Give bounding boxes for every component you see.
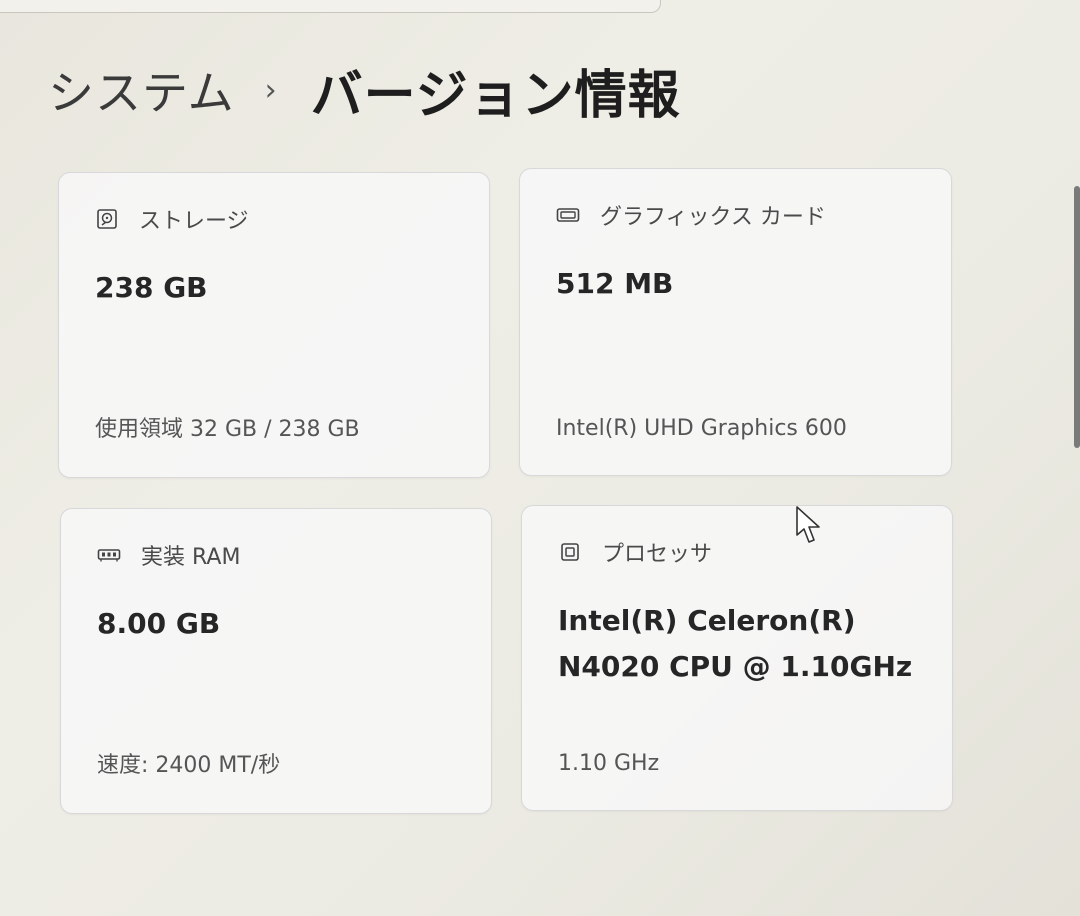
page-title: バージョン情報 [310, 65, 681, 126]
vertical-scrollbar[interactable] [1074, 186, 1080, 448]
storage-value: 238 GB [95, 271, 208, 304]
storage-drive-icon [95, 208, 119, 230]
graphics-card-header: グラフィックス カード [556, 199, 826, 231]
storage-label: ストレージ [139, 209, 249, 234]
breadcrumb-system-link[interactable]: システム [48, 57, 235, 123]
graphics-adapter-name: Intel(R) UHD Graphics 600 [556, 416, 847, 441]
processor-value: Intel(R) Celeron(R) N4020 CPU @ 1.10GHz [558, 598, 912, 690]
storage-card: ストレージ 238 GB 使用領域 32 GB / 238 GB [58, 172, 490, 478]
ram-card: 実装 RAM 8.00 GB 速度: 2400 MT/秒 [60, 508, 492, 814]
ram-card-header: 実装 RAM [97, 539, 240, 571]
graphics-label: グラフィックス カード [600, 205, 826, 230]
memory-module-icon [97, 544, 121, 566]
breadcrumb-chevron-icon: › [264, 72, 277, 108]
processor-speed-text: 1.10 GHz [558, 751, 660, 776]
breadcrumb: システム › バージョン情報 [48, 50, 681, 130]
graphics-card: グラフィックス カード 512 MB Intel(R) UHD Graphics… [519, 168, 952, 476]
processor-chip-icon [558, 541, 582, 563]
graphics-value: 512 MB [556, 267, 674, 300]
mouse-pointer-icon [795, 505, 825, 551]
processor-name-line-1: Intel(R) Celeron(R) [558, 604, 856, 637]
processor-card-header: プロセッサ [558, 536, 712, 568]
storage-usage-text: 使用領域 32 GB / 238 GB [95, 417, 360, 442]
ram-speed-text: 速度: 2400 MT/秒 [97, 753, 281, 778]
processor-name-line-2: N4020 CPU @ 1.10GHz [558, 650, 913, 683]
storage-card-header: ストレージ [95, 203, 249, 235]
processor-label: プロセッサ [602, 542, 713, 567]
graphics-card-icon [556, 204, 580, 226]
ram-label: 実装 RAM [141, 545, 241, 570]
ram-value: 8.00 GB [97, 607, 221, 640]
window-top-edge [0, 0, 661, 13]
processor-card: プロセッサ Intel(R) Celeron(R) N4020 CPU @ 1.… [521, 505, 953, 811]
